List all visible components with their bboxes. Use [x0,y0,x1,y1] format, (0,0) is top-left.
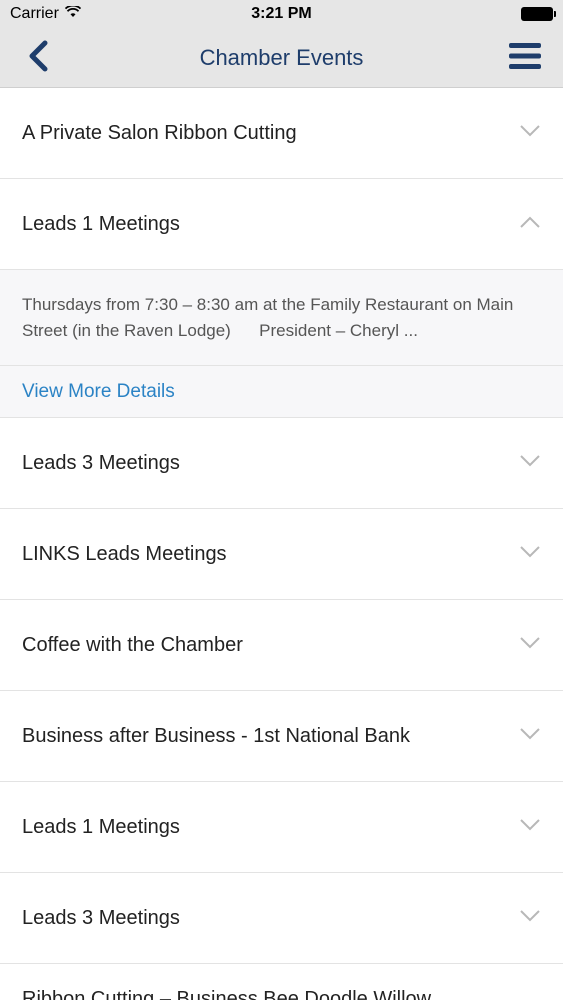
back-button[interactable] [20,40,56,76]
chevron-down-icon [519,909,541,928]
chevron-down-icon [519,454,541,473]
event-row[interactable]: Coffee with the Chamber [0,600,563,691]
carrier-label: Carrier [10,5,59,22]
event-list: A Private Salon Ribbon Cutting Leads 1 M… [0,88,563,1000]
chevron-down-icon [519,636,541,655]
chevron-down-icon [519,124,541,143]
chevron-down-icon [519,727,541,746]
status-time: 3:21 PM [251,5,312,22]
event-title: Coffee with the Chamber [22,633,243,656]
status-right [413,7,556,21]
chevron-down-icon [519,545,541,564]
event-title: Business after Business - 1st National B… [22,724,410,747]
wifi-icon [64,4,82,23]
chevron-down-icon [519,818,541,837]
event-row[interactable]: Leads 1 Meetings [0,782,563,873]
view-more-details-link[interactable]: View More Details [0,366,563,418]
event-row[interactable]: A Private Salon Ribbon Cutting [0,88,563,179]
menu-button[interactable] [507,40,543,76]
nav-bar: Chamber Events [0,28,563,88]
event-title: LINKS Leads Meetings [22,542,227,565]
event-row[interactable]: Leads 3 Meetings [0,418,563,509]
event-title: A Private Salon Ribbon Cutting [22,121,297,144]
event-row[interactable]: Leads 3 Meetings [0,873,563,964]
event-title: Leads 3 Meetings [22,451,180,474]
event-row[interactable]: LINKS Leads Meetings [0,509,563,600]
page-title: Chamber Events [199,44,364,70]
event-row-expanded[interactable]: Leads 1 Meetings [0,179,563,270]
event-row-partial[interactable]: Ribbon Cutting – Business Bee Doodle Wil… [0,964,563,1000]
chevron-up-icon [519,215,541,234]
battery-icon [521,7,556,21]
chevron-left-icon [27,40,49,77]
event-row[interactable]: Business after Business - 1st National B… [0,691,563,782]
event-title: Leads 3 Meetings [22,906,180,929]
event-description: Thursdays from 7:30 – 8:30 am at the Fam… [0,270,563,366]
event-title: Leads 1 Meetings [22,815,180,838]
status-bar: Carrier 3:21 PM [0,0,563,28]
hamburger-menu-icon [509,42,541,75]
status-left: Carrier [10,4,150,23]
event-title: Leads 1 Meetings [22,212,180,235]
